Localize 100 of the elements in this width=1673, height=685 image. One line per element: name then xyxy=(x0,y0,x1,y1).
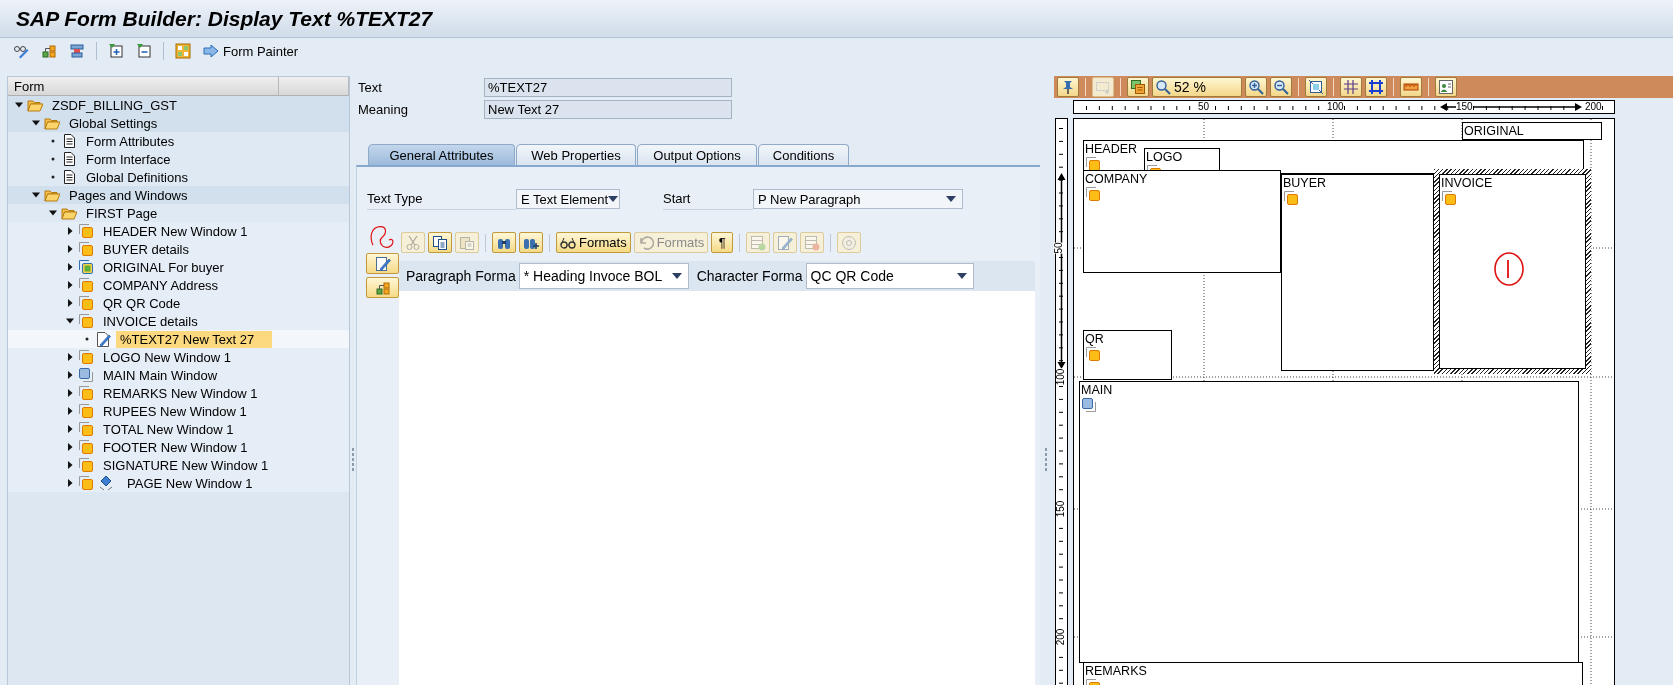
window-label: COMPANY xyxy=(1085,172,1149,186)
tree-item[interactable]: %TEXT27 New Text 27 xyxy=(8,330,349,348)
tree-item[interactable]: INVOICE details xyxy=(8,312,349,330)
layout-tool-button[interactable] xyxy=(1305,77,1327,97)
read-only-field[interactable]: %TEXT27 xyxy=(484,78,732,97)
window-frame[interactable]: INVOICE xyxy=(1434,169,1591,374)
collapse-arrow-icon[interactable] xyxy=(31,190,41,200)
tree-item[interactable]: MAIN Main Window xyxy=(8,366,349,384)
tree-item[interactable]: LOGO New Window 1 xyxy=(8,348,349,366)
expand-arrow-icon[interactable] xyxy=(65,388,75,398)
fit-page-icon xyxy=(1308,79,1324,95)
expand-arrow-icon[interactable] xyxy=(65,244,75,254)
tab[interactable]: General Attributes xyxy=(368,144,515,165)
stamp-icon xyxy=(69,43,85,59)
hierarchy-icon xyxy=(41,43,57,59)
window-frame[interactable]: QR xyxy=(1083,330,1172,380)
expand-arrow-icon[interactable] xyxy=(65,478,75,488)
dropdown-field[interactable]: E Text Element xyxy=(516,189,620,209)
document-icon xyxy=(61,133,77,149)
expand-arrow-icon[interactable] xyxy=(65,460,75,470)
collapse-arrow-icon[interactable] xyxy=(48,208,58,218)
side-tool-button[interactable] xyxy=(366,277,399,298)
copy-icon xyxy=(432,234,448,251)
tree-item[interactable]: PAGE New Window 1 xyxy=(8,474,349,492)
tab[interactable]: Web Properties xyxy=(516,144,636,165)
tab[interactable]: Output Options xyxy=(637,144,757,165)
tree-item[interactable]: TOTAL New Window 1 xyxy=(8,420,349,438)
window-frame[interactable]: BUYER xyxy=(1281,174,1434,371)
collapse-arrow-icon[interactable] xyxy=(65,316,75,326)
tree-item[interactable]: REMARKS New Window 1 xyxy=(8,384,349,402)
layout-tool-button[interactable] xyxy=(1400,77,1422,97)
layout-tool-button[interactable] xyxy=(1365,77,1387,97)
expand-arrow-icon[interactable] xyxy=(65,442,75,452)
editor-button[interactable]: ¶ xyxy=(711,232,734,253)
grid-icon xyxy=(1343,79,1359,95)
dropdown-field[interactable]: P New Paragraph xyxy=(753,189,963,209)
expand-arrow-icon[interactable] xyxy=(65,298,75,308)
dropdown-field[interactable]: QC QR Code xyxy=(805,263,974,289)
field-label: Text xyxy=(358,80,383,95)
window-frame[interactable]: ORIGINAL xyxy=(1462,122,1602,140)
layout-tool-button[interactable] xyxy=(1340,77,1362,97)
annotation-drawing xyxy=(1492,250,1526,288)
expand-arrow-icon[interactable] xyxy=(65,262,75,272)
window-frame[interactable]: REMARKS xyxy=(1083,662,1583,685)
folder-icon xyxy=(44,115,60,131)
zoom-dropdown[interactable]: 52 % xyxy=(1152,77,1242,97)
layout-tool-button[interactable] xyxy=(1270,77,1292,97)
tree-item[interactable]: SIGNATURE New Window 1 xyxy=(8,456,349,474)
layout-tool-button[interactable] xyxy=(1245,77,1267,97)
read-only-field[interactable]: New Text 27 xyxy=(484,100,732,119)
layout-tool-button[interactable] xyxy=(1435,77,1457,97)
layout-tool-button[interactable] xyxy=(1057,77,1079,97)
window-icon xyxy=(1081,397,1097,413)
tree-item[interactable]: BUYER details xyxy=(8,240,349,258)
tree-item[interactable]: COMPANY Address xyxy=(8,276,349,294)
tree-item[interactable]: HEADER New Window 1 xyxy=(8,222,349,240)
expand-arrow-icon[interactable] xyxy=(65,424,75,434)
scissors-icon xyxy=(405,234,421,251)
editor-tool-button[interactable] xyxy=(519,232,543,253)
expand-arrow-icon[interactable] xyxy=(65,226,75,236)
zoom-out-icon xyxy=(1273,79,1289,95)
document-icon xyxy=(61,151,77,167)
tree-item[interactable]: Pages and Windows xyxy=(8,186,349,204)
form-painter-button[interactable]: Form Painter xyxy=(199,40,303,62)
field-label: Character Forma xyxy=(696,268,803,284)
expand-arrow-icon[interactable] xyxy=(65,352,75,362)
window-label: INVOICE xyxy=(1441,176,1494,190)
pencil-icon xyxy=(374,255,391,272)
editor-tool-button[interactable] xyxy=(428,232,452,253)
tree-item[interactable]: ORIGINAL For buyer xyxy=(8,258,349,276)
expand-arrow-icon[interactable] xyxy=(65,406,75,416)
window-icon xyxy=(78,277,94,293)
editor-button[interactable]: Formats xyxy=(556,232,631,253)
dropdown-field[interactable]: * Heading Invoce BOL xyxy=(518,263,689,289)
field-label: Paragraph Forma xyxy=(406,268,516,284)
window-icon xyxy=(1441,190,1457,206)
window-frame[interactable]: COMPANY xyxy=(1083,170,1281,273)
folder-icon xyxy=(27,97,43,113)
tree-item[interactable]: RUPEES New Window 1 xyxy=(8,402,349,420)
ruler-label: 100 xyxy=(1056,368,1067,386)
tree-item[interactable]: FOOTER New Window 1 xyxy=(8,438,349,456)
window-icon xyxy=(78,259,94,275)
expand-arrow-icon[interactable] xyxy=(65,280,75,290)
splitter-grip-icon[interactable] xyxy=(351,448,355,472)
expand-arrow-icon[interactable] xyxy=(65,370,75,380)
tree-item[interactable]: ZSDF_BILLING_GST xyxy=(8,96,349,114)
tab[interactable]: Conditions xyxy=(758,144,849,165)
collapse-arrow-icon[interactable] xyxy=(14,100,24,110)
editor-tool-button[interactable] xyxy=(492,232,516,253)
glasses-pencil-icon xyxy=(13,43,29,59)
layout-tool-button[interactable] xyxy=(1127,77,1149,97)
column-header: Form xyxy=(8,77,279,96)
collapse-arrow-icon[interactable] xyxy=(31,118,41,128)
window-frame[interactable]: MAIN xyxy=(1079,381,1579,663)
tree-item[interactable]: Global Settings xyxy=(8,114,349,132)
pencil-icon xyxy=(777,234,794,251)
tree-item[interactable]: QR QR Code xyxy=(8,294,349,312)
window-icon xyxy=(78,421,94,437)
splitter-grip-icon[interactable] xyxy=(1044,448,1048,472)
side-tool-button[interactable] xyxy=(366,253,399,274)
